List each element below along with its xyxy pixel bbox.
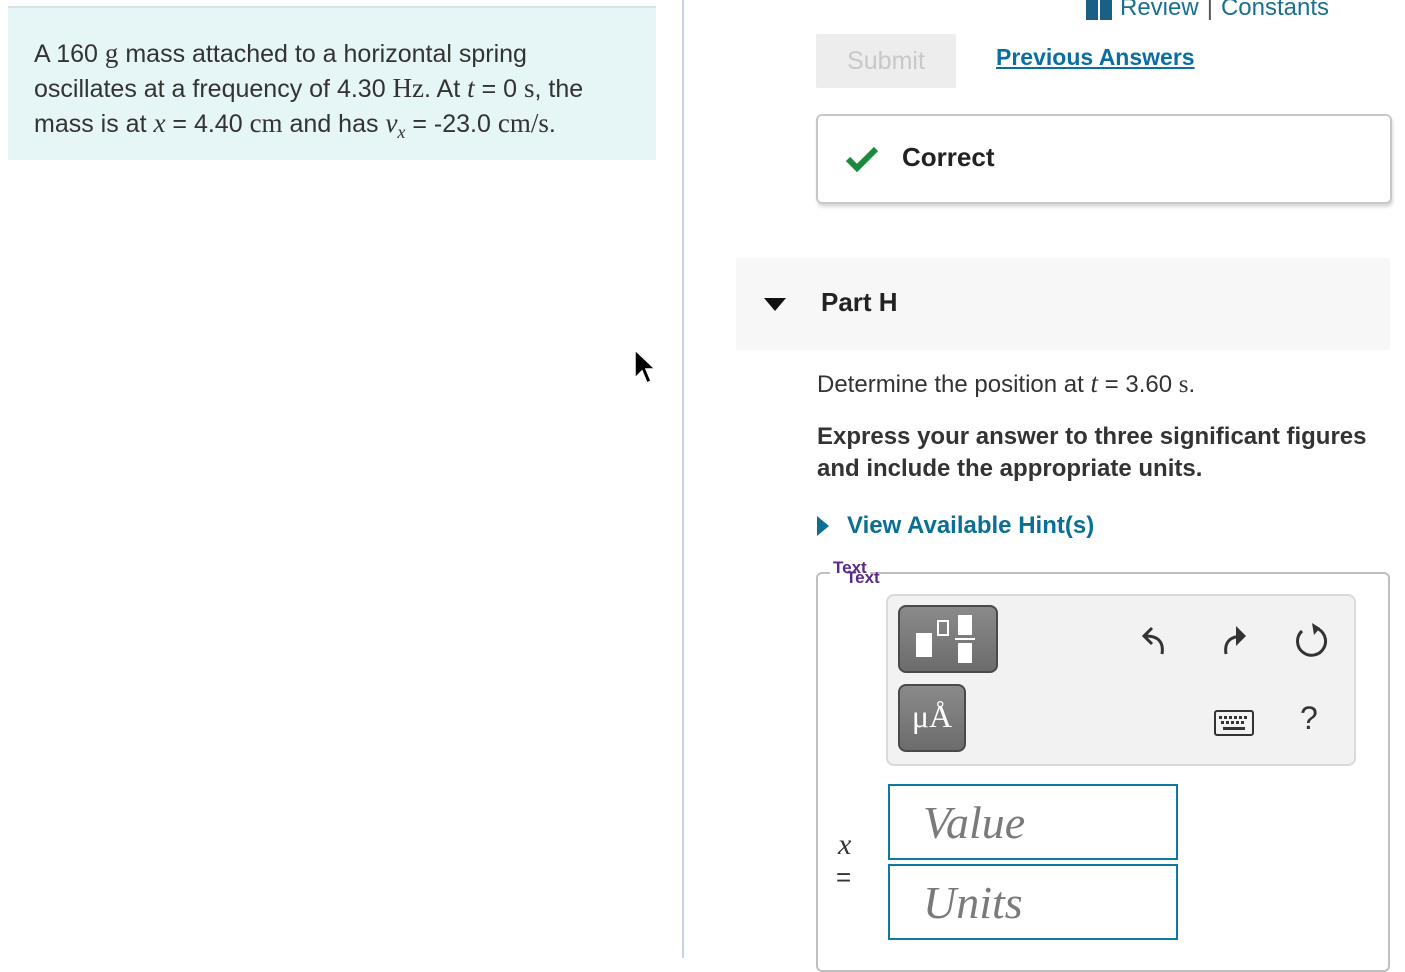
units-input[interactable] [888, 864, 1178, 940]
link-separator: | [1206, 0, 1213, 21]
problem-text-part: . At [424, 75, 468, 103]
equals-sign: = [836, 862, 852, 892]
review-link[interactable]: Review [1120, 0, 1199, 22]
question-text-part: . [1188, 371, 1196, 398]
reset-icon[interactable] [1292, 622, 1330, 660]
mass-unit: g [104, 38, 119, 68]
position-variable: x [153, 108, 166, 138]
text-mode-tab[interactable]: Text Text [830, 559, 880, 586]
time-variable: t [467, 73, 475, 103]
problem-text: A 160 g mass attached to a horizontal sp… [34, 36, 634, 149]
hints-label: View Available Hint(s) [847, 512, 1095, 539]
keyboard-icon[interactable] [1214, 710, 1254, 736]
units-button[interactable]: μÅ [898, 684, 966, 752]
part-header[interactable]: Part H [736, 258, 1390, 350]
view-hints-toggle[interactable]: View Available Hint(s) [817, 512, 1094, 540]
problem-text-part: A 160 [34, 40, 105, 68]
value-input[interactable] [888, 784, 1178, 860]
frequency-unit: Hz [392, 73, 425, 103]
answer-variable: x [838, 828, 852, 861]
constants-link[interactable]: Constants [1221, 0, 1329, 22]
pane-divider[interactable] [682, 0, 684, 958]
velocity-unit: cm/s [497, 108, 549, 138]
problem-text-part: = 4.40 [165, 110, 250, 138]
units-button-label: μÅ [911, 698, 953, 734]
problem-statement: A 160 g mass attached to a horizontal sp… [8, 6, 656, 160]
previous-answers-link[interactable]: Previous Answers [996, 44, 1195, 71]
part-title: Part H [821, 287, 898, 317]
problem-text-part: and has [282, 110, 386, 138]
problem-text-part: = 0 [474, 75, 524, 103]
templates-button[interactable] [898, 605, 998, 673]
top-links: Review | Constants [1086, 0, 1329, 22]
problem-text-part: . [548, 110, 556, 138]
caret-right-icon [817, 516, 829, 536]
problem-text-part: = -23.0 [405, 110, 498, 138]
checkmark-icon [846, 146, 878, 172]
seconds-unit: s [1178, 371, 1189, 398]
submit-button[interactable]: Submit [816, 34, 956, 88]
question-text-part: Determine the position at [817, 371, 1091, 398]
caret-down-icon[interactable] [764, 298, 786, 312]
feedback-box: Correct [816, 114, 1392, 204]
question-text-part: = 3.60 [1098, 371, 1179, 398]
text-mode-label-shadow: Text [846, 568, 880, 587]
cm-unit: cm [249, 108, 283, 138]
redo-icon[interactable] [1218, 622, 1250, 658]
book-icon [1086, 0, 1112, 20]
help-button[interactable]: ? [1300, 700, 1318, 737]
mouse-pointer-icon [634, 348, 656, 385]
question-text: Determine the position at t = 3.60 s. [817, 368, 1195, 399]
seconds-unit: s [523, 73, 535, 103]
templates-icon [916, 615, 975, 663]
undo-icon[interactable] [1140, 622, 1172, 658]
feedback-status: Correct [902, 142, 995, 172]
velocity-variable: v [385, 108, 398, 138]
answer-instructions: Express your answer to three significant… [817, 423, 1367, 482]
time-variable: t [1090, 368, 1098, 398]
